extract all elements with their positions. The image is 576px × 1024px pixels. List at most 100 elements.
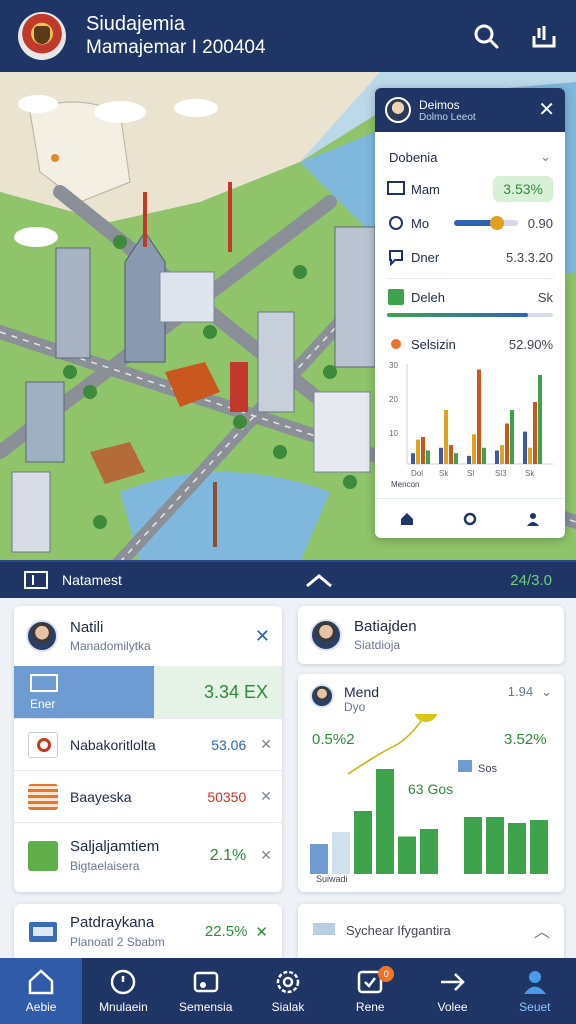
row-value: 0.90 bbox=[527, 215, 553, 231]
chevron-up-icon[interactable]: ︿ bbox=[534, 918, 550, 942]
nav-label: Rene bbox=[355, 999, 385, 1014]
mini-chart-bar bbox=[411, 453, 415, 464]
x-tick: Sk bbox=[525, 469, 535, 478]
calendar-icon bbox=[24, 571, 48, 589]
card-sychear[interactable]: Sychear Ifygantira ︿ bbox=[298, 904, 564, 964]
row-label: Ener bbox=[30, 696, 56, 711]
card-subtitle: Manadomilytka bbox=[70, 639, 151, 653]
card-name: Mend bbox=[344, 684, 380, 700]
close-icon[interactable]: ✕ bbox=[538, 100, 555, 120]
chart-label-left: 0.5%2 bbox=[312, 731, 355, 748]
share-icon[interactable] bbox=[530, 22, 558, 50]
close-icon[interactable]: ✕ bbox=[260, 788, 272, 805]
app-title: Siudajemia bbox=[86, 13, 185, 35]
list-item-baayeska[interactable]: Baayeska 50350 ✕ bbox=[14, 770, 282, 822]
row-label: Baayeska bbox=[70, 788, 132, 805]
list-item-nabakori[interactable]: Nabakoritlolta 53.06 ✕ bbox=[14, 718, 282, 770]
legend-swatch bbox=[458, 760, 472, 772]
close-icon[interactable]: ✕ bbox=[255, 923, 268, 941]
chart-bar bbox=[420, 829, 438, 874]
target-icon bbox=[28, 731, 58, 758]
corner-value: 1.94 bbox=[507, 684, 534, 699]
panel-row-dner[interactable]: Dner 5.3.3.20 bbox=[375, 240, 565, 274]
nav-rene[interactable]: 0 Rene bbox=[329, 958, 411, 1024]
y-tick: 20 bbox=[389, 395, 398, 404]
list-item-ener[interactable]: Ener 3.34 EX bbox=[14, 666, 282, 718]
search-icon[interactable] bbox=[472, 22, 500, 50]
chart-bar bbox=[354, 811, 372, 874]
app-subtitle: Mamajemar I 200404 bbox=[86, 37, 266, 58]
mini-chart-bar bbox=[533, 401, 537, 464]
panel-header: Deimos Dolmo Leeot ✕ bbox=[375, 88, 565, 132]
home-icon bbox=[28, 968, 54, 994]
nav-label: Semensia bbox=[179, 999, 233, 1014]
mini-chart-bar bbox=[538, 374, 542, 464]
nav-sialak[interactable]: Sialak bbox=[247, 958, 329, 1024]
mini-chart-bar bbox=[449, 445, 453, 464]
mini-chart-bar bbox=[421, 437, 425, 464]
chevron-down-icon: ⌄ bbox=[540, 149, 551, 164]
mini-chart-bar bbox=[467, 455, 471, 464]
list-item-saljaljamtiem[interactable]: Saljaljamtiem Bigtaelaisera 2.1% ✕ bbox=[14, 822, 282, 888]
card-name: Natili bbox=[70, 619, 104, 636]
user-icon[interactable] bbox=[525, 511, 541, 527]
nav-semensia[interactable]: Semensia bbox=[165, 958, 247, 1024]
panel-title: Deimos bbox=[419, 97, 460, 112]
card-subtitle: Siatdioja bbox=[354, 638, 401, 652]
runner-icon bbox=[28, 840, 58, 871]
card-natili: Natili Manadomilytka ✕ Ener 3.34 EX Naba… bbox=[14, 606, 282, 892]
panel-section[interactable]: Dobenia ⌄ bbox=[375, 142, 565, 172]
home-icon[interactable] bbox=[399, 511, 415, 527]
nav-label: Mnulaein bbox=[99, 999, 148, 1014]
close-icon[interactable]: ✕ bbox=[260, 847, 272, 864]
mini-chart-bar bbox=[500, 445, 504, 464]
row-value: 53.06 bbox=[211, 736, 247, 753]
nav-label: Seuet bbox=[519, 999, 551, 1014]
avatar bbox=[26, 620, 58, 652]
nav-label: Sialak bbox=[271, 999, 305, 1014]
mini-chart-bar bbox=[416, 439, 420, 464]
mini-chart-bar bbox=[454, 453, 458, 464]
status-bar[interactable]: Natamest 24/3.0 bbox=[0, 560, 576, 598]
chevron-up-icon[interactable] bbox=[305, 570, 333, 590]
card-subtitle: Dyo bbox=[344, 700, 366, 714]
row-value: 50350 bbox=[207, 788, 247, 805]
x-tick: Sk bbox=[439, 469, 449, 478]
panel-row-mam[interactable]: Mam 3.53% bbox=[375, 172, 565, 206]
row-slider[interactable] bbox=[453, 216, 518, 230]
panel-row-deleh[interactable]: Deleh Sk bbox=[375, 283, 565, 311]
close-icon[interactable]: ✕ bbox=[255, 626, 270, 647]
avatar bbox=[310, 684, 334, 708]
row-label: Mam bbox=[411, 181, 440, 197]
chart-bar bbox=[486, 817, 504, 874]
y-tick: 30 bbox=[389, 361, 398, 370]
nav-seuet[interactable]: Seuet bbox=[494, 958, 576, 1024]
chart-label-mid: 63 Gos bbox=[408, 781, 453, 797]
nav-home[interactable]: Aebie bbox=[0, 958, 83, 1024]
app-header: Siudajemia Mamajemar I 200404 bbox=[0, 0, 576, 72]
nav-mnulaein[interactable]: Mnulaein bbox=[82, 958, 164, 1024]
refresh-icon[interactable] bbox=[462, 511, 478, 527]
nav-volee[interactable]: Volee bbox=[411, 958, 493, 1024]
chart-bar bbox=[376, 769, 394, 874]
y-tick: 10 bbox=[389, 429, 398, 438]
panel-row-mo[interactable]: Mo 0.90 bbox=[375, 206, 565, 240]
screen-icon bbox=[313, 923, 335, 935]
card-name: Patdraykana bbox=[70, 914, 155, 931]
panel-subtitle: Dolmo Leeot bbox=[419, 111, 476, 123]
mini-chart-bar bbox=[510, 410, 514, 464]
chevron-down-icon[interactable]: ⌄ bbox=[541, 684, 552, 700]
mini-chart-bar bbox=[472, 434, 476, 464]
chart-bar bbox=[464, 817, 482, 874]
card-patdraykana[interactable]: Patdraykana Planoatl 2 Sbabm 22.5% ✕ bbox=[14, 904, 282, 964]
clock-icon bbox=[111, 969, 136, 994]
bar-chart: 0.5%2 3.52% 63 Gos Sos Suiwadi bbox=[310, 714, 548, 884]
row-value: Sk bbox=[537, 289, 553, 305]
mini-chart-bar bbox=[523, 431, 527, 464]
trend-marker bbox=[414, 714, 438, 722]
chart-bar bbox=[332, 832, 350, 874]
nav-label: Volee bbox=[437, 999, 468, 1014]
nav-label: Aebie bbox=[25, 999, 57, 1014]
card-batiajden[interactable]: Batiajden Siatdioja bbox=[298, 606, 564, 664]
close-icon[interactable]: ✕ bbox=[260, 736, 272, 753]
